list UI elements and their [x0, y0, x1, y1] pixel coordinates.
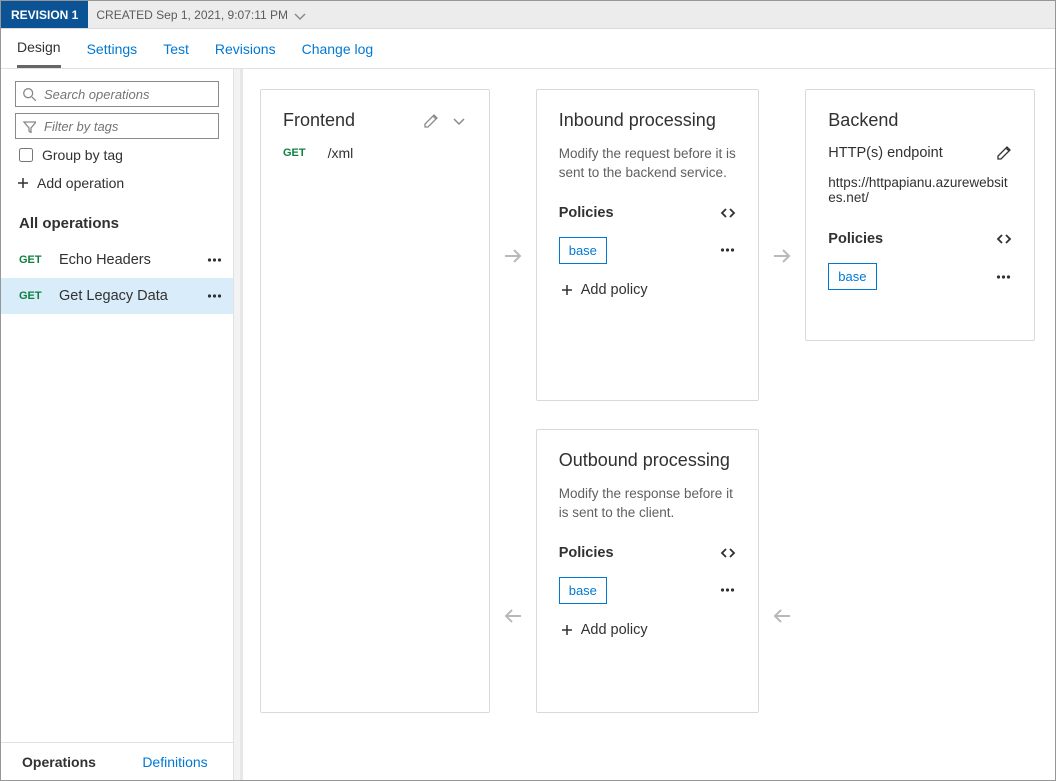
operation-method: GET — [19, 254, 45, 266]
search-operations-input[interactable] — [15, 81, 219, 107]
backend-edit-endpoint[interactable] — [996, 145, 1012, 161]
main-tabs: Design Settings Test Revisions Change lo… — [1, 29, 1055, 69]
arrow-right-icon — [502, 245, 524, 267]
tab-test[interactable]: Test — [163, 31, 189, 67]
policy-editor: Frontend GET /xml — [234, 69, 1055, 780]
outbound-panel: Outbound processing Modify the response … — [536, 429, 760, 713]
backend-base-policy[interactable]: base — [828, 263, 876, 290]
code-icon — [720, 545, 736, 561]
bottom-tab-operations[interactable]: Operations — [1, 743, 117, 780]
revision-created[interactable]: CREATED Sep 1, 2021, 9:07:11 PM — [96, 8, 306, 22]
backend-code-button[interactable] — [996, 231, 1012, 247]
inbound-base-policy[interactable]: base — [559, 237, 607, 264]
plus-icon — [559, 622, 575, 638]
frontend-expand-button[interactable] — [451, 113, 467, 129]
filter-tags-input[interactable] — [15, 113, 219, 139]
dots-icon — [206, 288, 223, 304]
inbound-policy-menu[interactable] — [719, 242, 736, 258]
revision-created-text: CREATED Sep 1, 2021, 9:07:11 PM — [96, 8, 288, 22]
tab-settings[interactable]: Settings — [87, 31, 138, 67]
operations-sidebar: Group by tag Add operation All operation… — [1, 69, 234, 780]
backend-panel: Backend HTTP(s) endpoint https://httpapi… — [805, 89, 1035, 341]
backend-title: Backend — [828, 110, 898, 131]
chevron-down-icon — [451, 113, 467, 129]
inbound-panel: Inbound processing Modify the request be… — [536, 89, 760, 401]
code-icon — [996, 231, 1012, 247]
outbound-policies-label: Policies — [559, 545, 614, 561]
add-operation-label: Add operation — [37, 175, 124, 191]
bottom-tab-definitions[interactable]: Definitions — [117, 743, 233, 780]
inbound-desc: Modify the request before it is sent to … — [559, 145, 737, 183]
inbound-policies-label: Policies — [559, 205, 614, 221]
backend-endpoint-url: https://httpapianu.azurewebsites.net/ — [828, 175, 1012, 205]
operation-name: Echo Headers — [59, 252, 192, 268]
outbound-add-policy[interactable]: Add policy — [559, 622, 737, 638]
outbound-code-button[interactable] — [720, 545, 736, 561]
pencil-icon — [423, 113, 439, 129]
code-icon — [720, 205, 736, 221]
dots-icon — [719, 582, 736, 598]
operation-method: GET — [19, 290, 45, 302]
group-by-tag-label: Group by tag — [42, 147, 123, 163]
pencil-icon — [996, 145, 1012, 161]
tab-design[interactable]: Design — [17, 29, 61, 68]
backend-policy-menu[interactable] — [995, 269, 1012, 285]
dots-icon — [719, 242, 736, 258]
tab-changelog[interactable]: Change log — [302, 31, 374, 67]
outbound-policy-menu[interactable] — [719, 582, 736, 598]
outbound-title: Outbound processing — [559, 450, 730, 471]
outbound-add-policy-label: Add policy — [581, 622, 648, 638]
filter-tags-field[interactable] — [42, 118, 212, 135]
dots-icon — [995, 269, 1012, 285]
all-operations-header[interactable]: All operations — [1, 209, 233, 242]
tab-revisions[interactable]: Revisions — [215, 31, 276, 67]
operation-item-get-legacy-data[interactable]: GET Get Legacy Data — [1, 278, 233, 314]
plus-icon — [15, 175, 31, 191]
search-operations-field[interactable] — [42, 86, 212, 103]
arrow-right-icon — [771, 245, 793, 267]
operation-item-echo-headers[interactable]: GET Echo Headers — [1, 242, 233, 278]
arrow-left-icon — [502, 605, 524, 627]
frontend-operation: GET /xml — [283, 145, 467, 161]
operation-menu-button[interactable] — [206, 252, 223, 268]
arrow-left-icon — [771, 605, 793, 627]
add-operation-button[interactable]: Add operation — [15, 175, 219, 191]
search-icon — [22, 87, 36, 101]
inbound-code-button[interactable] — [720, 205, 736, 221]
outbound-desc: Modify the response before it is sent to… — [559, 485, 737, 523]
backend-policies-label: Policies — [828, 231, 883, 247]
dots-icon — [206, 252, 223, 268]
frontend-edit-button[interactable] — [423, 113, 439, 129]
operation-menu-button[interactable] — [206, 288, 223, 304]
group-by-tag-checkbox[interactable] — [19, 148, 33, 162]
inbound-add-policy[interactable]: Add policy — [559, 282, 737, 298]
frontend-method: GET — [283, 147, 306, 159]
inbound-title: Inbound processing — [559, 110, 716, 131]
sidebar-bottom-tabs: Operations Definitions — [1, 742, 233, 780]
frontend-path: /xml — [328, 145, 354, 161]
filter-icon — [22, 119, 36, 133]
plus-icon — [559, 282, 575, 298]
outbound-base-policy[interactable]: base — [559, 577, 607, 604]
operation-name: Get Legacy Data — [59, 288, 192, 304]
backend-endpoint-label: HTTP(s) endpoint — [828, 145, 942, 161]
inbound-add-policy-label: Add policy — [581, 282, 648, 298]
frontend-panel: Frontend GET /xml — [260, 89, 490, 713]
revision-badge[interactable]: REVISION 1 — [1, 1, 88, 28]
revision-bar: REVISION 1 CREATED Sep 1, 2021, 9:07:11 … — [1, 1, 1055, 29]
chevron-down-icon — [292, 8, 306, 22]
frontend-title: Frontend — [283, 110, 355, 131]
group-by-tag-row[interactable]: Group by tag — [15, 145, 219, 165]
